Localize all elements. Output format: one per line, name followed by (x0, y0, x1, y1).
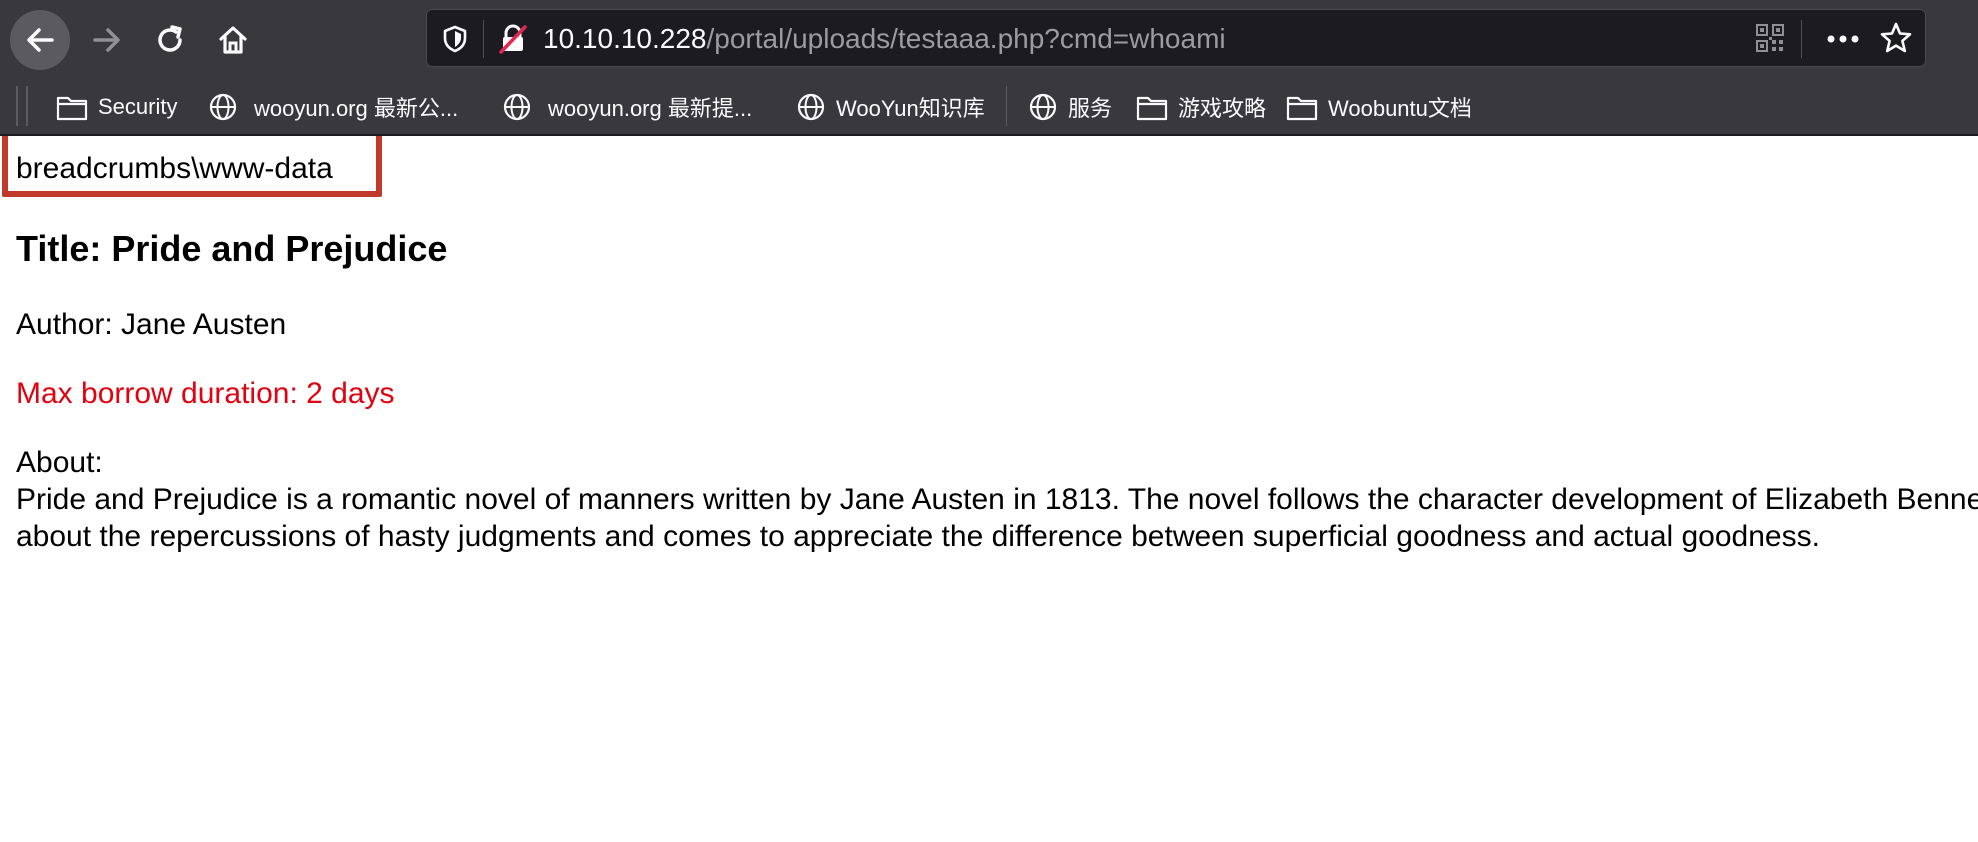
highlight-annotation-box (2, 136, 382, 197)
bookmark-label: Woobuntu文档 (1328, 96, 1472, 121)
home-button[interactable] (203, 10, 263, 70)
reload-icon (158, 25, 182, 52)
page-content: breadcrumbs\www-data Title: Pride and Pr… (0, 136, 1978, 842)
url-path: /portal/uploads/testaaa.php?cmd=whoami (706, 23, 1226, 54)
bookmark-star-icon[interactable] (1879, 21, 1913, 60)
home-icon (219, 26, 247, 54)
globe-icon (209, 93, 237, 121)
url-bar[interactable]: 10.10.10.228/portal/uploads/testaaa.php?… (426, 9, 1926, 67)
about-text-line-1: Pride and Prejudice is a romantic novel … (16, 483, 1978, 516)
bookmark-services[interactable]: 服务 (1028, 88, 1112, 126)
folder-icon (1136, 96, 1168, 121)
about-label: About: (16, 446, 103, 479)
bookmarks-edge (16, 86, 18, 126)
bookmarks-toolbar: Security wooyun.org 最新公... wooyun.org 最新… (0, 84, 1978, 130)
max-borrow-duration: Max borrow duration: 2 days (16, 377, 395, 410)
bookmark-label: wooyun.org 最新提... (548, 96, 753, 121)
bookmarks-separator (1006, 86, 1007, 126)
browser-toolbar: 10.10.10.228/portal/uploads/testaaa.php?… (0, 0, 1978, 136)
insecure-lock-icon[interactable] (497, 23, 529, 60)
bookmark-security[interactable]: Security (56, 88, 177, 126)
reload-button[interactable] (140, 10, 200, 70)
bookmark-label: Security (98, 94, 178, 119)
url-host: 10.10.10.228 (543, 23, 707, 54)
arrow-left-icon (27, 28, 54, 52)
folder-icon (56, 96, 88, 121)
bookmark-wooyun-latest-submit[interactable]: wooyun.org 最新提... (502, 88, 752, 126)
bookmark-woobuntu-docs[interactable]: Woobuntu文档 (1286, 88, 1472, 126)
bookmark-wooyun-latest-public[interactable]: wooyun.org 最新公... (208, 88, 458, 126)
bookmarks-edge (26, 86, 28, 126)
bookmark-label: wooyun.org 最新公... (254, 96, 459, 121)
globe-icon (503, 93, 531, 121)
forward-button[interactable] (77, 10, 137, 70)
tracking-protection-shield-icon[interactable] (441, 24, 469, 59)
bookmark-label: 游戏攻略 (1178, 96, 1267, 121)
about-text-line-2: about the repercussions of hasty judgmen… (16, 520, 1820, 553)
bookmark-label: WooYun知识库 (836, 96, 985, 121)
arrow-right-icon (93, 28, 120, 52)
url-separator (1801, 20, 1802, 58)
bookmark-game-guides[interactable]: 游戏攻略 (1136, 88, 1266, 126)
globe-icon (797, 93, 825, 121)
qr-code-icon[interactable] (1755, 23, 1785, 58)
book-author: Author: Jane Austen (16, 308, 287, 341)
globe-icon (1029, 93, 1057, 121)
book-title: Title: Pride and Prejudice (16, 228, 448, 269)
url-text[interactable]: 10.10.10.228/portal/uploads/testaaa.php?… (543, 20, 1226, 58)
url-separator (483, 20, 484, 58)
back-button[interactable] (10, 10, 70, 70)
page-actions-menu-icon[interactable] (1825, 28, 1861, 55)
folder-icon (1286, 96, 1318, 121)
bookmark-label: 服务 (1068, 96, 1113, 121)
bookmark-wooyun-knowledge-base[interactable]: WooYun知识库 (796, 88, 985, 126)
